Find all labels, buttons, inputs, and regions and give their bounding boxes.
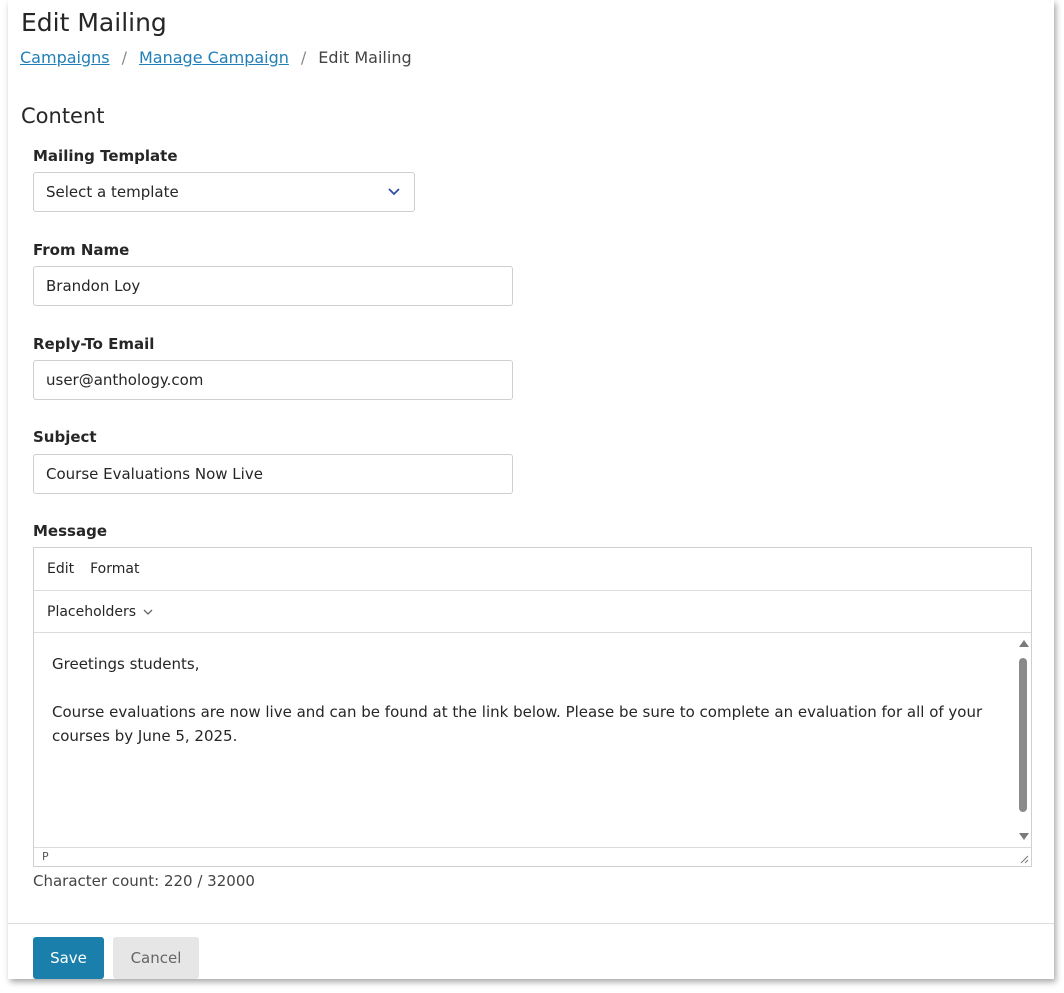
subject-label: Subject <box>33 428 97 446</box>
message-paragraph: Greetings students, <box>52 655 200 673</box>
section-title-content: Content <box>21 104 105 128</box>
subject-input[interactable] <box>33 454 513 494</box>
reply-to-email-input[interactable] <box>33 360 513 400</box>
message-label: Message <box>33 522 107 540</box>
from-name-label: From Name <box>33 241 130 259</box>
save-button[interactable]: Save <box>33 937 104 979</box>
resize-handle-icon[interactable] <box>1019 854 1029 864</box>
breadcrumb-manage-campaign-link[interactable]: Manage Campaign <box>139 48 289 67</box>
chevron-down-icon <box>143 609 153 615</box>
mailing-template-select[interactable]: Select a template <box>33 172 415 212</box>
scroll-down-arrow-icon[interactable] <box>1019 833 1029 840</box>
breadcrumb-current: Edit Mailing <box>318 48 412 67</box>
editor-scrollbar[interactable] <box>1015 636 1031 844</box>
editor-menubar: Edit Format <box>34 548 1031 591</box>
breadcrumb-separator: / <box>121 48 127 67</box>
from-name-input[interactable] <box>33 266 513 306</box>
chevron-down-icon <box>388 188 400 196</box>
breadcrumb: Campaigns / Manage Campaign / Edit Maili… <box>20 48 412 67</box>
reply-to-email-label: Reply-To Email <box>33 335 155 353</box>
footer-divider <box>8 923 1054 924</box>
mailing-template-placeholder: Select a template <box>46 183 179 201</box>
character-count: Character count: 220 / 32000 <box>33 872 255 890</box>
breadcrumb-campaigns-link[interactable]: Campaigns <box>20 48 110 67</box>
menu-format[interactable]: Format <box>90 561 139 577</box>
scrollbar-thumb[interactable] <box>1019 658 1027 812</box>
element-path[interactable]: P <box>42 850 49 863</box>
scroll-up-arrow-icon[interactable] <box>1019 640 1029 647</box>
editor-toolbar: Placeholders <box>34 591 1031 633</box>
editor-statusbar: P <box>34 847 1031 866</box>
mailing-template-label: Mailing Template <box>33 147 178 165</box>
edit-mailing-panel: Edit Mailing Campaigns / Manage Campaign… <box>8 0 1054 979</box>
breadcrumb-separator: / <box>300 48 307 67</box>
page-title: Edit Mailing <box>21 8 167 37</box>
menu-edit[interactable]: Edit <box>47 561 74 577</box>
message-paragraph: Course evaluations are now live and can … <box>52 703 983 745</box>
message-body[interactable]: Greetings students, Course evaluations a… <box>34 632 1031 848</box>
placeholders-label: Placeholders <box>47 603 137 620</box>
placeholders-dropdown[interactable]: Placeholders <box>47 604 154 620</box>
message-editor: Edit Format Placeholders Greetings stude… <box>33 547 1032 867</box>
cancel-button[interactable]: Cancel <box>113 937 199 979</box>
